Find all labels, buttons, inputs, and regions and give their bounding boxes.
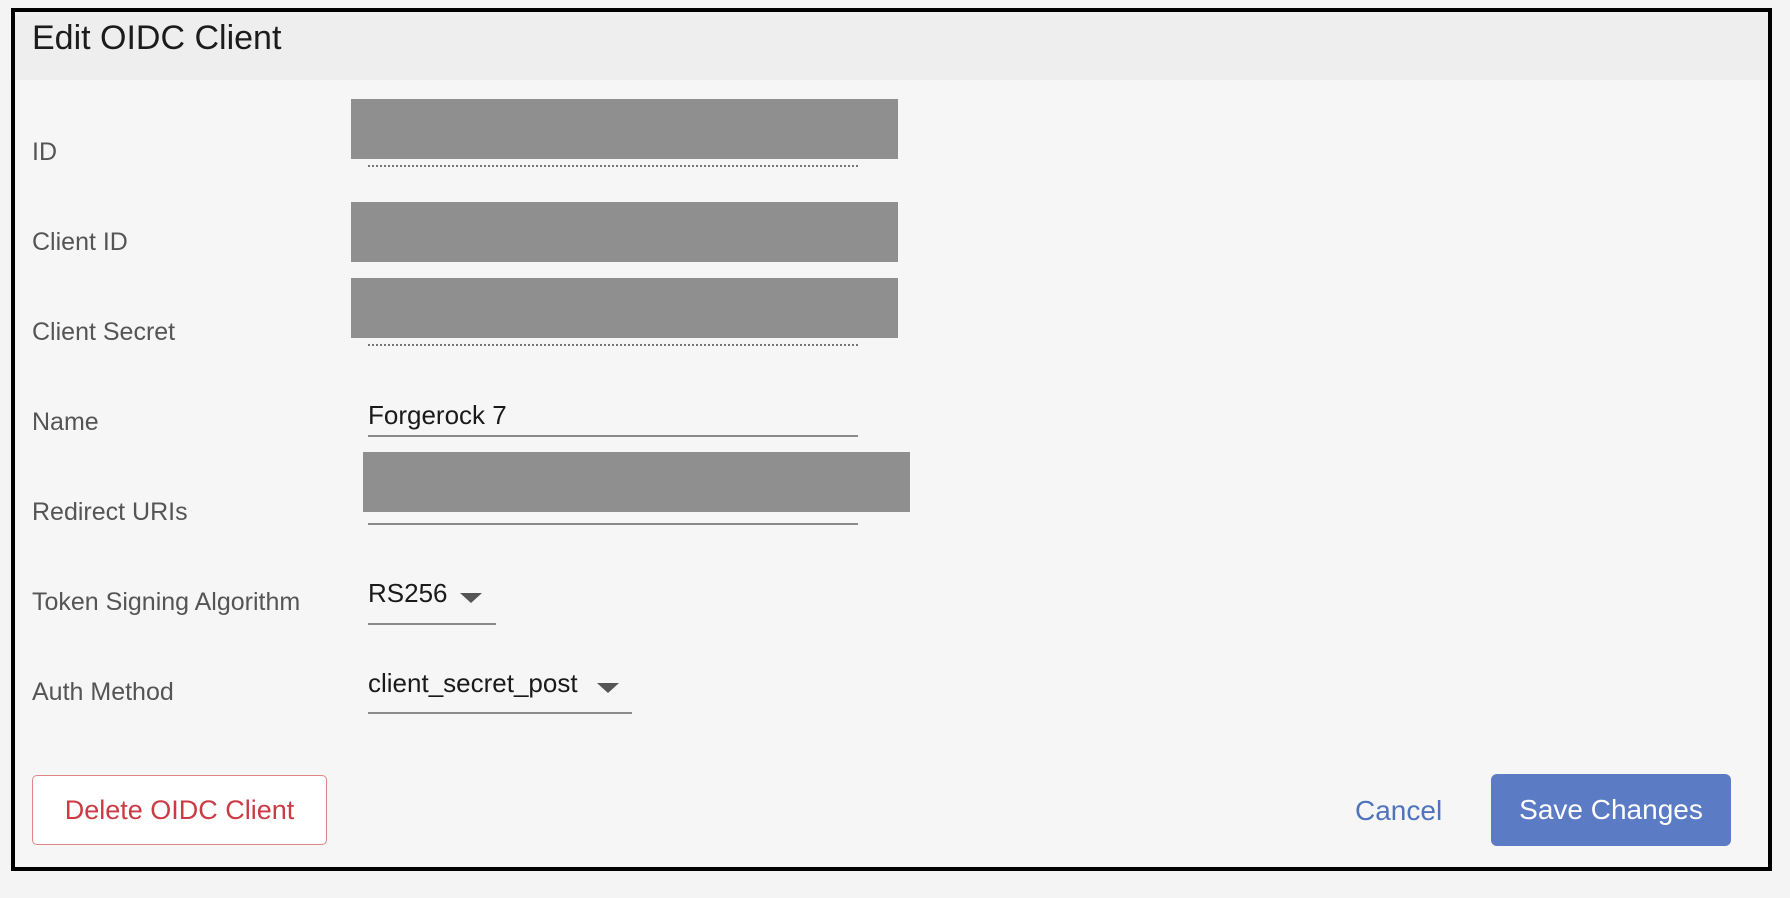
name-input[interactable]: Forgerock 7 [368, 402, 507, 428]
auth-method-underline [368, 712, 632, 714]
client-id-field-redacted[interactable] [351, 202, 898, 262]
name-label: Name [32, 408, 99, 436]
redirect-uris-label: Redirect URIs [32, 498, 188, 526]
redirect-uris-field-underline [368, 523, 858, 525]
edit-oidc-client-dialog: Edit OIDC Client ID Client ID Client Sec… [11, 8, 1772, 871]
save-changes-button[interactable]: Save Changes [1491, 774, 1731, 846]
id-field-underline [368, 165, 858, 167]
dialog-header: Edit OIDC Client [15, 12, 1768, 80]
token-signing-algorithm-underline [368, 623, 496, 625]
token-signing-algorithm-label: Token Signing Algorithm [32, 588, 301, 616]
auth-method-select[interactable]: client_secret_post [368, 670, 578, 696]
dialog-title: Edit OIDC Client [32, 19, 282, 57]
chevron-down-icon[interactable] [460, 593, 482, 603]
auth-method-label: Auth Method [32, 678, 174, 706]
token-signing-algorithm-select[interactable]: RS256 [368, 580, 448, 606]
client-id-label: Client ID [32, 228, 128, 256]
chevron-down-icon[interactable] [597, 683, 619, 693]
client-secret-label: Client Secret [32, 318, 176, 346]
cancel-button[interactable]: Cancel [1355, 782, 1442, 840]
client-secret-field-redacted[interactable] [351, 278, 898, 338]
client-secret-field-underline [368, 344, 858, 346]
delete-oidc-client-button[interactable]: Delete OIDC Client [32, 775, 327, 845]
redirect-uris-field-redacted[interactable] [363, 452, 910, 512]
name-input-underline [368, 435, 858, 437]
id-label: ID [32, 138, 57, 166]
id-field-redacted[interactable] [351, 99, 898, 159]
